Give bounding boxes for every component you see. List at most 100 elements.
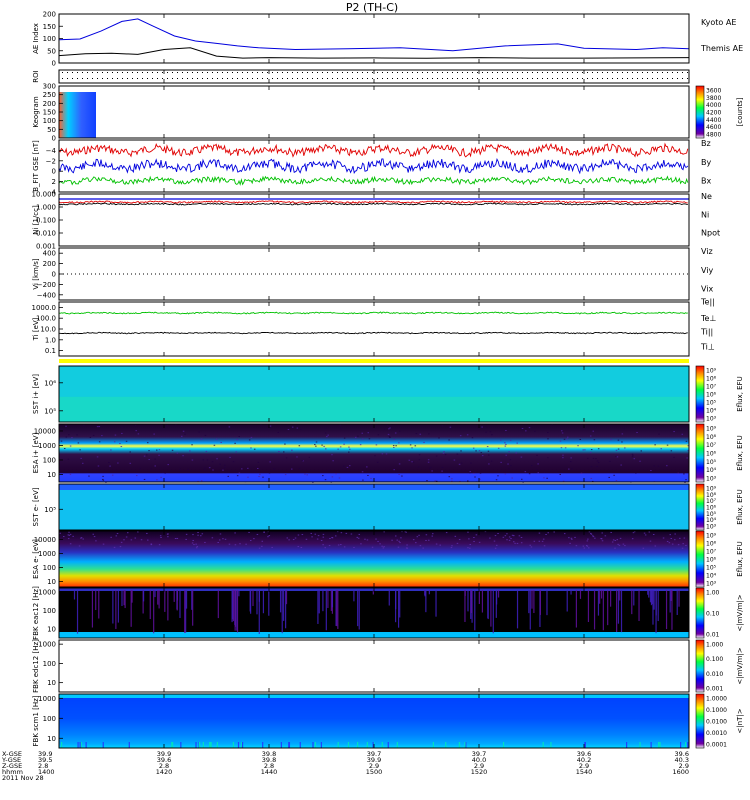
spectrogram-noise	[582, 545, 585, 547]
spectrogram-noise	[220, 441, 222, 443]
legend-entry: Ti||	[700, 327, 713, 336]
roi-marker	[512, 72, 513, 73]
spectrogram-noise	[671, 543, 674, 545]
spectrogram-noise	[654, 545, 657, 547]
spectrogram-noise	[121, 426, 124, 428]
roi-marker	[197, 72, 198, 73]
spectrogram-noise	[401, 475, 403, 477]
roi-marker	[112, 72, 113, 73]
spectrogram-noise	[474, 471, 476, 473]
bz-line	[58, 142, 689, 158]
spectrogram-noise	[381, 453, 384, 455]
roi-marker	[347, 78, 348, 79]
spectrogram-spike	[258, 590, 260, 634]
spectrogram-noise	[685, 479, 687, 481]
spectrogram-noise	[677, 544, 680, 546]
y-tick-label: 1000	[38, 442, 56, 450]
roi-marker	[352, 72, 353, 73]
colorbar-tick-label: 4200	[706, 110, 721, 117]
spectrogram-noise	[612, 539, 615, 541]
spectrogram-noise	[541, 540, 544, 542]
roi-marker	[352, 78, 353, 79]
spectrogram-noise	[324, 427, 327, 429]
spectrogram-noise	[120, 445, 123, 447]
spectrogram-spike	[432, 742, 434, 748]
roi-marker	[267, 78, 268, 79]
spectrogram-spike	[314, 742, 316, 748]
spectrogram-noise	[589, 435, 592, 437]
spectrogram-noise	[92, 533, 95, 535]
spectrogram-noise	[109, 465, 111, 467]
spectrogram-noise	[508, 451, 510, 453]
spectrogram-noise	[332, 460, 334, 462]
spectrogram-spike	[587, 590, 590, 623]
spectrogram-noise	[592, 457, 595, 459]
spectrogram-spike	[79, 742, 81, 748]
spectrogram-spike	[336, 590, 338, 627]
spectrogram-noise	[590, 533, 593, 535]
spectrogram-noise	[515, 452, 517, 454]
roi-marker	[112, 78, 113, 79]
spectrogram-noise	[494, 547, 497, 549]
spectrogram-spike	[124, 590, 126, 609]
spectrogram-noise	[63, 536, 65, 538]
spectrogram-noise	[617, 448, 620, 450]
spectrogram-noise	[175, 424, 177, 426]
y-axis-label: B_FIT GSE [nT]	[32, 140, 40, 192]
roi-marker	[302, 78, 303, 79]
spectrogram-noise	[613, 474, 615, 476]
roi-marker	[447, 78, 448, 79]
colorbar-tick-label: 0.1000	[706, 707, 727, 714]
roi-marker	[402, 72, 403, 73]
spectrogram-noise	[271, 546, 273, 548]
spectrogram-noise	[398, 540, 400, 542]
spectrogram-noise	[65, 436, 68, 438]
spectrogram-noise	[397, 546, 400, 548]
spectrogram-noise	[468, 538, 470, 540]
legend-entry: Bx	[701, 177, 711, 186]
y-tick-label: 0	[52, 168, 56, 176]
spectrogram-noise	[562, 457, 564, 459]
spectrogram-noise	[509, 459, 512, 461]
spectrogram-spike	[680, 742, 682, 748]
roi-marker	[562, 78, 563, 79]
spectrogram-spike	[631, 590, 633, 615]
spectrogram-noise	[222, 469, 224, 471]
roi-marker	[162, 78, 163, 79]
spectrogram-noise	[119, 546, 122, 548]
spectrogram-noise	[411, 447, 413, 449]
roi-marker	[297, 78, 298, 79]
legend-entry: Kyoto AE	[701, 18, 736, 27]
spectrogram-spike	[320, 742, 322, 748]
roi-marker	[247, 78, 248, 79]
y-axis-label: ROI	[32, 70, 40, 82]
legend-entry: Ti⊥	[700, 343, 715, 352]
spectrogram-noise	[406, 544, 408, 546]
roi-marker	[107, 78, 108, 79]
roi-marker	[92, 72, 93, 73]
spectrogram-spike	[445, 742, 447, 748]
spectrogram-noise	[594, 426, 597, 428]
roi-marker	[77, 72, 78, 73]
spectrogram-noise	[204, 434, 207, 436]
spectrogram-noise	[560, 430, 563, 432]
spectrogram-noise	[505, 430, 507, 432]
y-tick-label: 10	[47, 679, 56, 687]
spectrogram-noise	[171, 449, 174, 451]
roi-marker	[412, 72, 413, 73]
spectrogram-noise	[511, 534, 514, 536]
roi-marker	[127, 72, 128, 73]
legend-entry: By	[701, 158, 711, 167]
roi-marker	[402, 78, 403, 79]
roi-marker	[287, 78, 288, 79]
spectrogram-noise	[472, 447, 475, 449]
spectrogram-spike	[210, 742, 212, 748]
spectrogram-noise	[577, 445, 579, 447]
spectrogram-noise	[376, 461, 379, 463]
spectrogram-noise	[367, 474, 369, 476]
spectrogram-noise	[316, 538, 319, 540]
spectrogram-noise	[135, 475, 138, 477]
spectrogram-noise	[367, 432, 370, 434]
spectrogram-noise	[459, 427, 461, 429]
colorbar-tick-label: 1.0000	[706, 696, 727, 703]
